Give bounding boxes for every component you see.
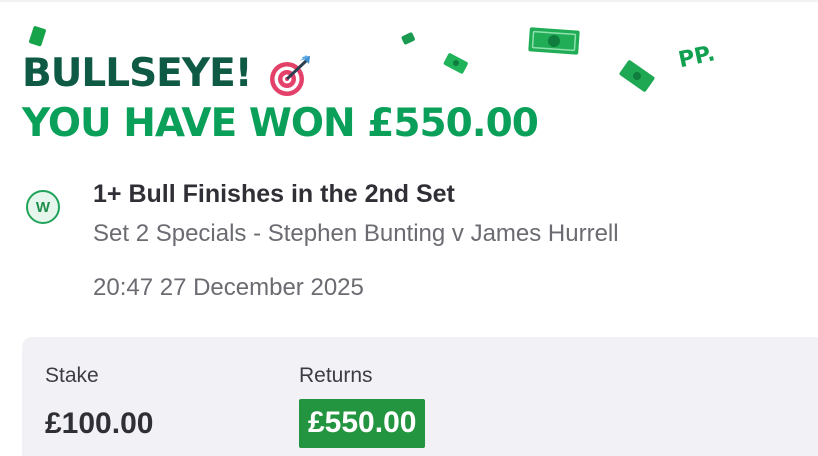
bet-win-card: PP. BULLSEYE! YOU HAVE WON £550.00 W 1+ … (0, 0, 818, 456)
bet-selection: 1+ Bull Finishes in the 2nd Set (93, 180, 455, 208)
brand-logo: PP. (676, 41, 717, 73)
top-divider (0, 0, 818, 2)
stake-label: Stake (45, 364, 99, 387)
banknote-icon (401, 32, 415, 45)
stake-value: £100.00 (45, 407, 154, 440)
headline-line1: BULLSEYE! (22, 51, 252, 96)
bet-market-event: Set 2 Specials - Stephen Bunting v James… (93, 220, 619, 247)
banknote-icon (619, 60, 655, 92)
stake-returns-panel: Stake £100.00 Returns £550.00 (22, 337, 818, 456)
bet-text: 1+ Bull Finishes in the 2nd Set Set 2 Sp… (93, 176, 619, 310)
bullseye-target-icon (266, 52, 314, 100)
returns-value: £550.00 (299, 399, 426, 448)
headline-win-amount: YOU HAVE WON £550.00 (22, 101, 539, 146)
stake-section: Stake £100.00 (45, 361, 153, 442)
returns-section: Returns £550.00 (299, 361, 426, 448)
bet-datetime: 20:47 27 December 2025 (93, 274, 364, 301)
returns-label: Returns (299, 364, 373, 387)
banknote-icon (29, 26, 46, 47)
result-badge-win: W (26, 190, 60, 224)
headline-bullseye: BULLSEYE! (22, 50, 538, 98)
win-header: BULLSEYE! YOU HAVE WON £550.00 (22, 50, 539, 150)
